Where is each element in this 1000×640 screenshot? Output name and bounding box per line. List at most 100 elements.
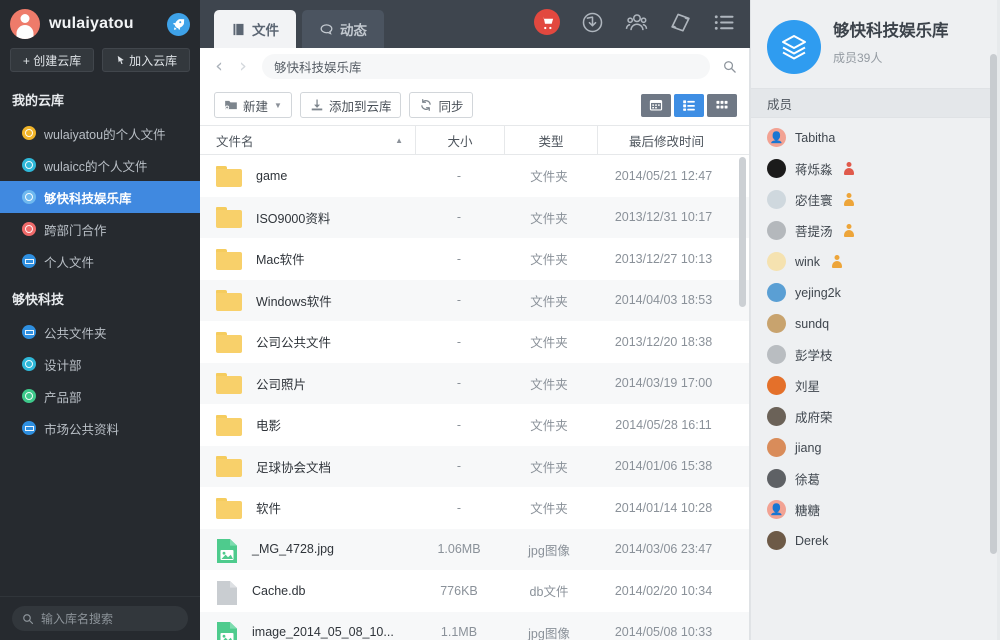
list-item[interactable]: Derek [751,525,1000,556]
member-name: 菩提汤 [795,221,833,240]
list-menu-icon[interactable] [713,11,736,34]
sidebar: wulaiyatou + 创建云库 加入云库 我的云库 wulaiyatou的个… [0,0,200,640]
sidebar-item-library[interactable]: wulaicc的个人文件 [0,149,200,181]
list-item[interactable]: wink [751,246,1000,277]
upload-icon [310,98,324,112]
new-button[interactable]: 新建 ▼ [214,92,292,118]
column-header-size[interactable]: 大小 [416,131,504,150]
table-row[interactable]: 软件 - 文件夹 2014/01/14 10:28 [200,487,749,529]
file-type-cell: jpg图像 [503,623,595,640]
add-to-library-label: 添加到云库 [329,96,392,115]
sync-button[interactable]: 同步 [409,92,473,118]
folder-icon [216,331,242,353]
book-icon[interactable] [669,11,692,34]
file-search-icon[interactable] [722,59,737,74]
library-dot-icon [22,357,36,371]
file-list-scrollbar[interactable] [739,157,746,307]
column-header-type[interactable]: 类型 [505,131,597,150]
avatar[interactable] [10,9,40,39]
timeline-view-button[interactable] [641,94,671,117]
list-item[interactable]: yejing2k [751,277,1000,308]
file-type-cell: 文件夹 [503,415,595,434]
table-row[interactable]: _MG_4728.jpg 1.06MB jpg图像 2014/03/06 23:… [200,529,749,571]
sidebar-item-label: 市场公共资料 [44,419,119,438]
file-type-cell: jpg图像 [503,540,595,559]
member-name: yejing2k [795,286,841,300]
new-folder-icon [224,98,238,112]
folder-icon [216,414,242,436]
sidebar-item-library-active[interactable]: 够快科技娱乐库 [0,181,200,213]
library-dot-icon [22,254,36,268]
member-list-scrollbar[interactable] [990,54,997,554]
file-name-label: 公司公共文件 [256,332,331,351]
sidebar-item-library[interactable]: 设计部 [0,348,200,380]
cart-icon[interactable] [534,9,560,35]
breadcrumb-path[interactable]: 够快科技娱乐库 [262,54,710,79]
sidebar-item-label: wulaicc的个人文件 [44,156,148,175]
image-file-icon [216,538,238,560]
list-icon [682,98,696,112]
sidebar-item-library[interactable]: wulaiyatou的个人文件 [0,117,200,149]
admin-badge-icon [844,193,855,206]
library-search-input[interactable]: 输入库名搜索 [12,606,188,631]
image-file-icon [216,621,238,640]
grid-view-button[interactable] [707,94,737,117]
library-search-placeholder: 输入库名搜索 [41,610,113,627]
table-row[interactable]: Windows软件 - 文件夹 2014/04/03 18:53 [200,280,749,322]
list-item[interactable]: 👤 Tabitha [751,122,1000,153]
column-header-name[interactable]: 文件名 ▲ [200,131,415,150]
create-library-button[interactable]: + 创建云库 [10,48,94,72]
file-name-label: 公司照片 [256,374,306,393]
list-item[interactable]: 👤 糖糖 [751,494,1000,525]
tab-activity[interactable]: 动态 [302,10,384,48]
table-row[interactable]: game - 文件夹 2014/05/21 12:47 [200,155,749,197]
avatar: 👤 [767,500,786,519]
list-item[interactable]: 蒋烁淼 [751,153,1000,184]
table-row[interactable]: ISO9000资料 - 文件夹 2013/12/31 10:17 [200,197,749,239]
column-header-name-label: 文件名 [216,131,254,150]
folder-icon [216,289,242,311]
sidebar-item-library[interactable]: 跨部门合作 [0,213,200,245]
table-row[interactable]: 足球协会文档 - 文件夹 2014/01/06 15:38 [200,446,749,488]
table-row[interactable]: Cache.db 776KB db文件 2014/02/20 10:34 [200,570,749,612]
group-icon[interactable] [625,11,648,34]
sidebar-item-library[interactable]: 市场公共资料 [0,412,200,444]
table-row[interactable]: Mac软件 - 文件夹 2013/12/27 10:13 [200,238,749,280]
list-item[interactable]: sundq [751,308,1000,339]
sidebar-item-library[interactable]: 个人文件 [0,245,200,277]
library-logo-icon [767,20,821,74]
file-modified-cell: 2013/12/20 18:38 [595,335,732,349]
member-name: sundq [795,317,829,331]
list-view-button[interactable] [674,94,704,117]
file-size-cell: 776KB [415,584,503,598]
breadcrumb-bar: ‹ › 够快科技娱乐库 [200,48,749,85]
list-item[interactable]: 刘星 [751,370,1000,401]
table-row[interactable]: 公司照片 - 文件夹 2014/03/19 17:00 [200,363,749,405]
table-row[interactable]: 电影 - 文件夹 2014/05/28 16:11 [200,404,749,446]
column-header-modified[interactable]: 最后修改时间 [598,131,735,150]
tab-files[interactable]: 文件 [214,10,296,48]
table-row[interactable]: image_2014_05_08_10... 1.1MB jpg图像 2014/… [200,612,749,640]
sidebar-item-library[interactable]: 产品部 [0,380,200,412]
file-name-label: image_2014_05_08_10... [252,625,394,639]
list-item[interactable]: 彭学枝 [751,339,1000,370]
add-to-library-button[interactable]: 添加到云库 [300,92,402,118]
list-item[interactable]: 菩提汤 [751,215,1000,246]
tab-files-label: 文件 [252,19,279,39]
back-button[interactable]: ‹ [210,57,228,76]
list-item[interactable]: 徐葛 [751,463,1000,494]
table-row[interactable]: 公司公共文件 - 文件夹 2013/12/20 18:38 [200,321,749,363]
list-item[interactable]: 宓佳寰 [751,184,1000,215]
forward-button[interactable]: › [234,57,252,76]
list-item[interactable]: 成府荣 [751,401,1000,432]
admin-badge-icon [831,255,842,268]
avatar: 👤 [767,128,786,147]
list-item[interactable]: jiang [751,432,1000,463]
rocket-icon[interactable] [167,13,190,36]
app-root: wulaiyatou + 创建云库 加入云库 我的云库 wulaiyatou的个… [0,0,1000,640]
join-library-button[interactable]: 加入云库 [102,48,190,72]
download-circle-icon[interactable] [581,11,604,34]
sidebar-item-library[interactable]: 公共文件夹 [0,316,200,348]
library-dot-icon [22,421,36,435]
library-dot-icon [22,325,36,339]
